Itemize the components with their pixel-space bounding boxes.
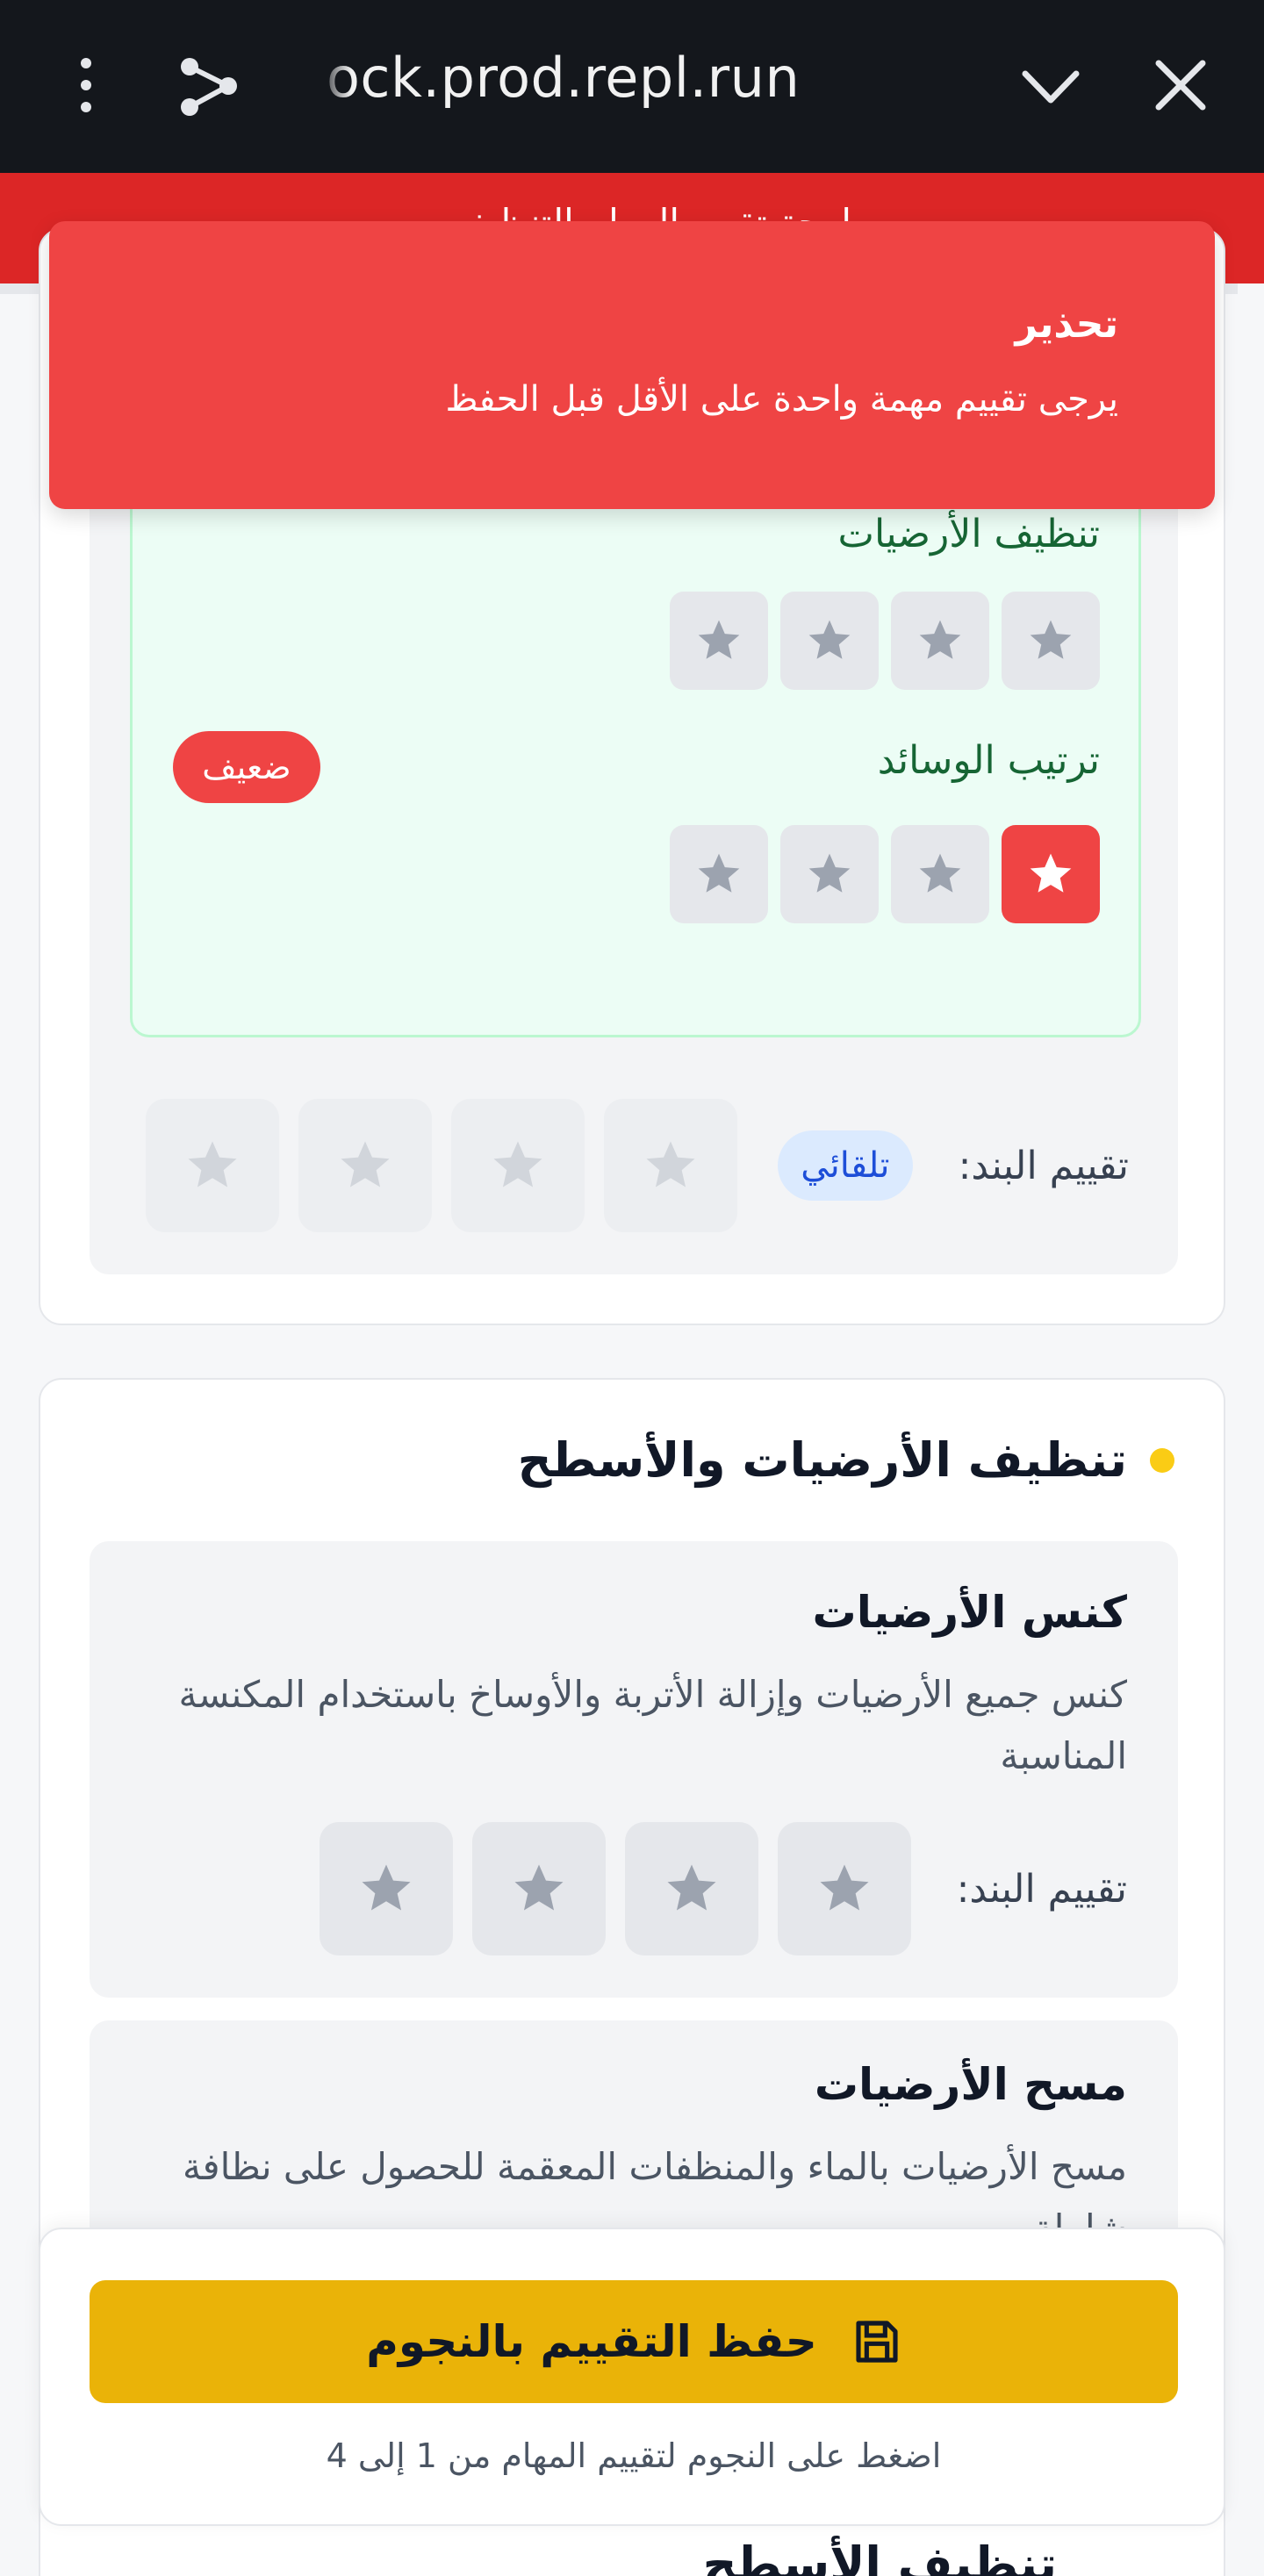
toast-title: تحذير [1015, 302, 1118, 347]
star-icon [188, 1141, 237, 1188]
item-description: كنس جميع الأرضيات وإزالة الأتربة والأوسا… [178, 1673, 1128, 1777]
star-icon [1030, 853, 1072, 893]
star-icon [493, 1141, 542, 1188]
item-star-button[interactable] [604, 1099, 738, 1232]
url-text[interactable]: ock.prod.repl.run [327, 46, 800, 110]
save-icon [856, 2321, 898, 2363]
subtask-rating-stars [670, 825, 1100, 923]
star-button[interactable] [1002, 592, 1100, 690]
star-icon [820, 1864, 869, 1911]
star-button[interactable] [780, 592, 879, 690]
save-button-label: حفظ التقييم بالنجوم [366, 2316, 817, 2367]
next-section-title: تنظيف الأسطح [702, 2537, 1057, 2576]
star-icon [698, 620, 740, 659]
section-title: تنظيف الأرضيات والأسطح [518, 1432, 1174, 1488]
section-title-text: تنظيف الأرضيات والأسطح [517, 1432, 1127, 1488]
checklist-item: كنس الأرضيات كنس جميع الأرضيات وإزالة ال… [90, 1541, 1178, 1998]
save-panel: حفظ التقييم بالنجوم اضغط على النجوم لتقي… [39, 2228, 1225, 2526]
subtask-name: ترتيب الوسائد [877, 738, 1100, 783]
item-star-button[interactable] [471, 1822, 606, 1955]
section-status-dot [1150, 1447, 1174, 1473]
close-icon[interactable] [1152, 56, 1210, 114]
item-title: كنس الأرضيات [812, 1587, 1127, 1638]
more-vertical-icon[interactable] [70, 54, 102, 116]
item-star-button[interactable] [777, 1822, 911, 1955]
star-icon [341, 1141, 390, 1188]
auto-badge: تلقائي [778, 1130, 913, 1201]
star-button[interactable] [1002, 825, 1100, 923]
star-button[interactable] [891, 825, 989, 923]
save-hint: اضغط على النجوم لتقييم المهام من 1 إلى 4 [326, 2436, 942, 2475]
star-button[interactable] [670, 592, 768, 690]
url-fade [316, 35, 351, 132]
star-icon [667, 1864, 716, 1911]
star-icon [514, 1864, 564, 1911]
star-button[interactable] [670, 825, 768, 923]
share-icon[interactable] [176, 53, 241, 118]
item-title: مسح الأرضيات [814, 2059, 1127, 2110]
item-rating-row: تقييم البند: [319, 1822, 1127, 1955]
status-badge-weak: ضعيف [173, 731, 320, 803]
star-icon [362, 1864, 411, 1911]
star-button[interactable] [891, 592, 989, 690]
item-rating-label: تقييم البند: [956, 1866, 1127, 1912]
star-icon [919, 620, 961, 659]
star-icon [698, 853, 740, 893]
save-rating-button[interactable]: حفظ التقييم بالنجوم [90, 2280, 1178, 2403]
subtask-rating-stars [670, 592, 1100, 690]
item-rating-label: تقييم البند: [958, 1143, 1129, 1188]
page: ock.prod.repl.run لوحة تقييم المهام التن… [0, 0, 1264, 2576]
item-rating-row: تقييم البند: تلقائي [146, 1099, 1129, 1232]
star-icon [919, 853, 961, 893]
item-star-button[interactable] [146, 1099, 280, 1232]
star-button[interactable] [780, 825, 879, 923]
toast-message: يرجى تقييم مهمة واحدة على الأقل قبل الحف… [445, 379, 1118, 420]
item-star-button[interactable] [624, 1822, 758, 1955]
star-icon [1030, 620, 1072, 659]
subtask-name: تنظيف الأرضيات [837, 512, 1100, 556]
item-star-button[interactable] [319, 1822, 453, 1955]
item-star-button[interactable] [451, 1099, 585, 1232]
browser-toolbar: ock.prod.repl.run [0, 0, 1264, 173]
chevron-down-icon[interactable] [1018, 56, 1083, 118]
star-icon [646, 1141, 695, 1188]
warning-toast[interactable]: تحذير يرجى تقييم مهمة واحدة على الأقل قب… [49, 221, 1215, 509]
star-icon [808, 620, 851, 659]
star-icon [808, 853, 851, 893]
item-star-button[interactable] [298, 1099, 433, 1232]
